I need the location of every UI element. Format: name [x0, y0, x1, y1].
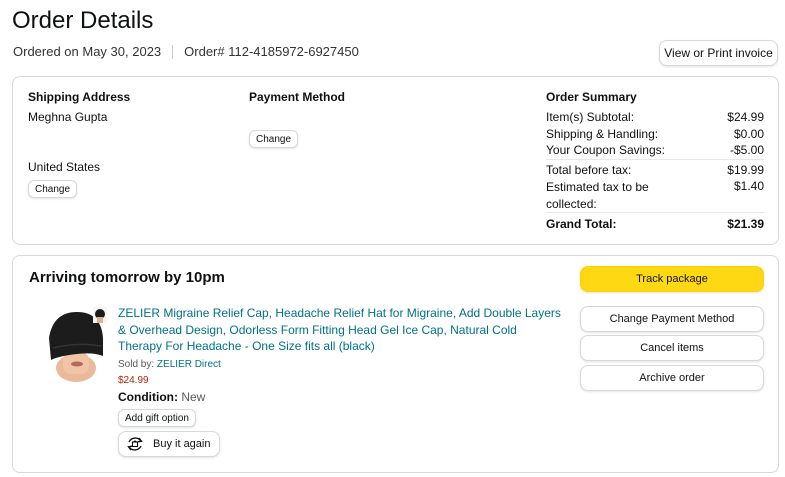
buy-it-again-label: Buy it again — [153, 438, 211, 450]
summary-value: -$5.00 — [729, 143, 764, 157]
grand-total-label: Grand Total: — [546, 217, 617, 231]
summary-row-coupon: Your Coupon Savings: -$5.00 — [546, 143, 764, 157]
summary-value: $1.40 — [733, 179, 764, 193]
shipping-name: Meghna Gupta — [28, 110, 108, 124]
order-summary-heading: Order Summary — [546, 90, 637, 104]
summary-row-subtotal: Item(s) Subtotal: $24.99 — [546, 110, 764, 124]
change-payment-method-button[interactable]: Change Payment Method — [580, 306, 764, 332]
summary-value: $19.99 — [727, 163, 764, 177]
order-info-card: Shipping Address Meghna Gupta United Sta… — [12, 76, 779, 245]
cancel-items-button[interactable]: Cancel items — [580, 335, 764, 361]
summary-divider — [546, 159, 764, 160]
summary-divider — [546, 212, 764, 213]
page-title: Order Details — [12, 7, 154, 34]
summary-label: Estimated tax to be collected: — [546, 180, 649, 211]
summary-label: Total before tax: — [546, 163, 632, 177]
view-invoice-button[interactable]: View or Print invoice — [659, 40, 778, 66]
archive-order-button[interactable]: Archive order — [580, 365, 764, 391]
sold-by-label: Sold by: — [118, 359, 155, 370]
change-address-button[interactable]: Change — [28, 180, 78, 198]
summary-row-grand-total: Grand Total: $21.39 — [546, 217, 764, 231]
summary-row-shipping: Shipping & Handling: $0.00 — [546, 127, 764, 141]
summary-label: Shipping & Handling: — [546, 127, 659, 141]
item-condition: Condition: New — [118, 390, 205, 404]
track-package-button[interactable]: Track package — [580, 266, 764, 292]
summary-value: $24.99 — [727, 110, 764, 124]
summary-value: $0.00 — [733, 127, 764, 141]
shipping-address-heading: Shipping Address — [28, 90, 131, 104]
order-meta: Ordered on May 30, 2023 Order# 112-41859… — [13, 44, 359, 59]
condition-label: Condition: — [118, 390, 178, 404]
summary-row-tax: Estimated tax to be collected: $1.40 — [546, 179, 764, 213]
sold-by: Sold by: ZELIER Direct — [118, 359, 221, 370]
summary-label: Item(s) Subtotal: — [546, 110, 635, 124]
summary-row-total-before-tax: Total before tax: $19.99 — [546, 163, 764, 177]
buy-again-icon — [127, 437, 143, 451]
seller-link[interactable]: ZELIER Direct — [157, 359, 221, 370]
product-thumbnail[interactable] — [93, 307, 107, 323]
grand-total-value: $21.39 — [727, 217, 764, 231]
meta-divider — [172, 44, 174, 59]
product-title-link[interactable]: ZELIER Migraine Relief Cap, Headache Rel… — [118, 305, 563, 355]
arrival-status: Arriving tomorrow by 10pm — [29, 269, 225, 286]
change-payment-button[interactable]: Change — [249, 130, 299, 148]
payment-method-heading: Payment Method — [249, 90, 346, 104]
summary-label: Your Coupon Savings: — [546, 143, 665, 157]
ordered-on-date: Ordered on May 30, 2023 — [13, 44, 162, 59]
condition-value: New — [181, 390, 206, 404]
order-number: Order# 112-4185972-6927450 — [184, 44, 359, 59]
shipping-country: United States — [28, 160, 101, 174]
item-price: $24.99 — [118, 375, 149, 386]
buy-it-again-button[interactable]: Buy it again — [118, 431, 220, 457]
add-gift-option-button[interactable]: Add gift option — [118, 409, 196, 427]
shipment-card: Arriving tomorrow by 10pm ZELIER Migrain… — [12, 255, 779, 473]
